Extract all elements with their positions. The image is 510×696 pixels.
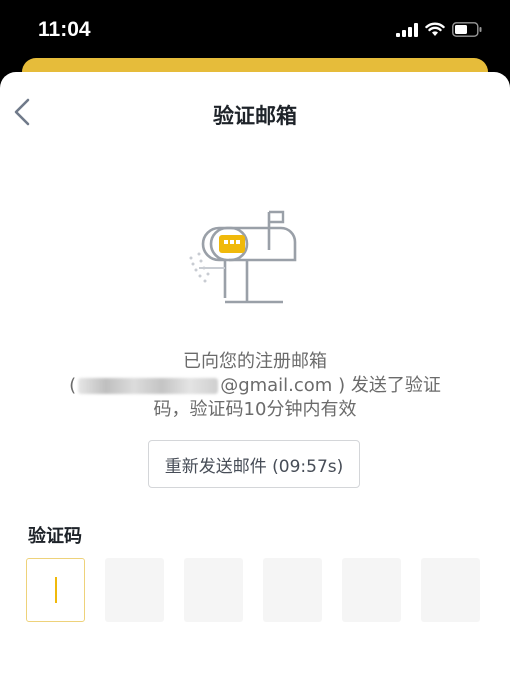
code-input[interactable] — [26, 558, 480, 622]
status-bar: 11:04 — [0, 0, 510, 60]
verify-email-sheet: 验证邮箱 已向您的注册邮箱 (@gmail.com ) 发送了验证 码，验证码1… — [0, 72, 510, 696]
code-digit-5[interactable] — [342, 558, 401, 622]
page-title: 验证邮箱 — [213, 104, 297, 128]
message-line-1: 已向您的注册邮箱 — [183, 351, 327, 372]
mailbox-icon — [189, 210, 297, 304]
message-line-2: (@gmail.com ) 发送了验证 — [69, 375, 441, 396]
code-digit-6[interactable] — [421, 558, 480, 622]
code-digit-4[interactable] — [263, 558, 322, 622]
code-digit-3[interactable] — [184, 558, 243, 622]
status-icons — [396, 22, 482, 37]
battery-icon — [452, 22, 482, 37]
message-line-2-tail: ) 发送了验证 — [332, 375, 441, 396]
code-digit-1[interactable] — [26, 558, 85, 622]
email-suffix: @gmail.com — [220, 375, 333, 396]
code-label: 验证码 — [28, 526, 82, 547]
redacted-email — [78, 378, 219, 394]
wifi-icon — [425, 22, 445, 36]
code-digit-2[interactable] — [105, 558, 164, 622]
text-caret — [55, 577, 57, 603]
resend-email-button[interactable]: 重新发送邮件 (09:57s) — [148, 440, 360, 488]
sent-message: 已向您的注册邮箱 (@gmail.com ) 发送了验证 码，验证码10分钟内有… — [60, 350, 450, 422]
message-line-3: 码，验证码10分钟内有效 — [153, 399, 357, 420]
status-time: 11:04 — [38, 18, 91, 41]
signal-icon — [396, 22, 418, 37]
